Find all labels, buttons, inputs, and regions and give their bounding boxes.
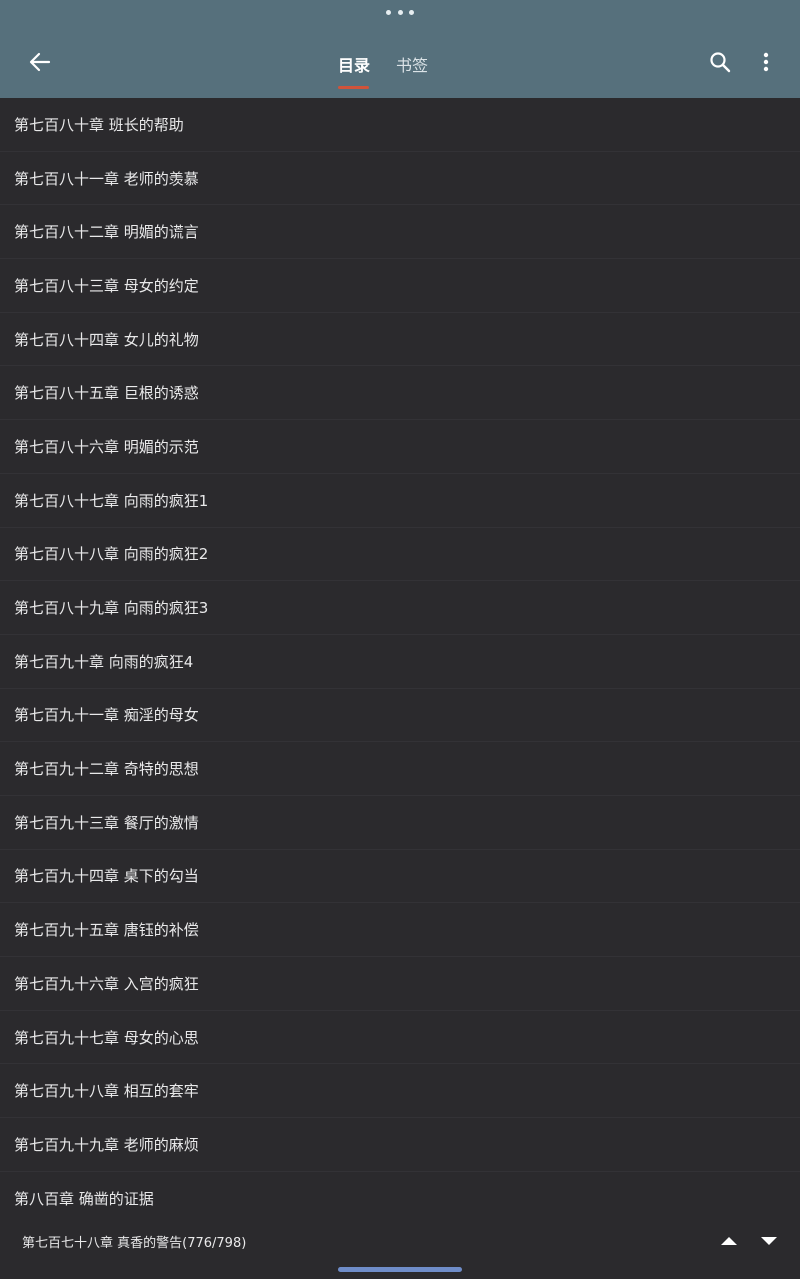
more-vertical-icon [763, 52, 769, 72]
chapter-list-item[interactable]: 第七百九十章 向雨的疯狂4 [0, 635, 800, 689]
search-button[interactable] [704, 46, 736, 78]
search-icon [710, 52, 731, 73]
chapter-list-item[interactable]: 第七百九十九章 老师的麻烦 [0, 1118, 800, 1172]
chapter-list-item[interactable]: 第七百八十八章 向雨的疯狂2 [0, 528, 800, 582]
chapter-list-item[interactable]: 第七百八十四章 女儿的礼物 [0, 313, 800, 367]
window-handle-dots-icon[interactable] [386, 10, 414, 16]
chapter-list-item[interactable]: 第七百九十二章 奇特的思想 [0, 742, 800, 796]
chapter-list-item[interactable]: 第七百八十六章 明媚的示范 [0, 420, 800, 474]
app-bar: 目录 书签 [0, 0, 800, 98]
chapter-list-item[interactable]: 第七百八十三章 母女的约定 [0, 259, 800, 313]
triangle-up-icon [721, 1237, 737, 1245]
chapter-list-item[interactable]: 第七百八十七章 向雨的疯狂1 [0, 474, 800, 528]
chapter-list-item[interactable]: 第七百九十一章 痴淫的母女 [0, 689, 800, 743]
tab-bar: 目录 书签 [0, 40, 800, 98]
home-indicator[interactable] [338, 1267, 462, 1272]
tab-bookmarks[interactable]: 书签 [396, 52, 428, 76]
scroll-up-button[interactable] [716, 1230, 742, 1252]
chapter-list: 第七百八十章 班长的帮助 第七百八十一章 老师的羡慕 第七百八十二章 明媚的谎言 第七… [0, 98, 800, 1225]
tab-contents[interactable]: 目录 [338, 52, 370, 76]
chapter-list-item[interactable]: 第七百八十九章 向雨的疯狂3 [0, 581, 800, 635]
scroll-down-button[interactable] [756, 1230, 782, 1252]
chapter-list-item[interactable]: 第七百九十七章 母女的心思 [0, 1011, 800, 1065]
chapter-list-item[interactable]: 第七百九十八章 相互的套牢 [0, 1064, 800, 1119]
chapter-list-item[interactable]: 第七百八十二章 明媚的谎言 [0, 205, 800, 260]
chapter-list-item[interactable]: 第八百章 确凿的证据 [0, 1172, 800, 1226]
chapter-list-item[interactable]: 第七百八十章 班长的帮助 [0, 98, 800, 152]
chapter-list-item[interactable]: 第七百九十五章 唐钰的补偿 [0, 903, 800, 957]
active-tab-indicator [338, 86, 369, 89]
chapter-list-item[interactable]: 第七百九十六章 入宫的疯狂 [0, 957, 800, 1011]
chapter-list-item[interactable]: 第七百九十三章 餐厅的激情 [0, 796, 800, 850]
triangle-down-icon [761, 1237, 777, 1245]
current-chapter-label[interactable]: 第七百七十八章 真香的警告(776/798) [22, 1232, 246, 1251]
chapter-list-item[interactable]: 第七百九十四章 桌下的勾当 [0, 850, 800, 904]
chapter-list-item[interactable]: 第七百八十一章 老师的羡慕 [0, 152, 800, 206]
chapter-list-item[interactable]: 第七百八十五章 巨根的诱惑 [0, 366, 800, 421]
more-options-button[interactable] [752, 46, 780, 78]
